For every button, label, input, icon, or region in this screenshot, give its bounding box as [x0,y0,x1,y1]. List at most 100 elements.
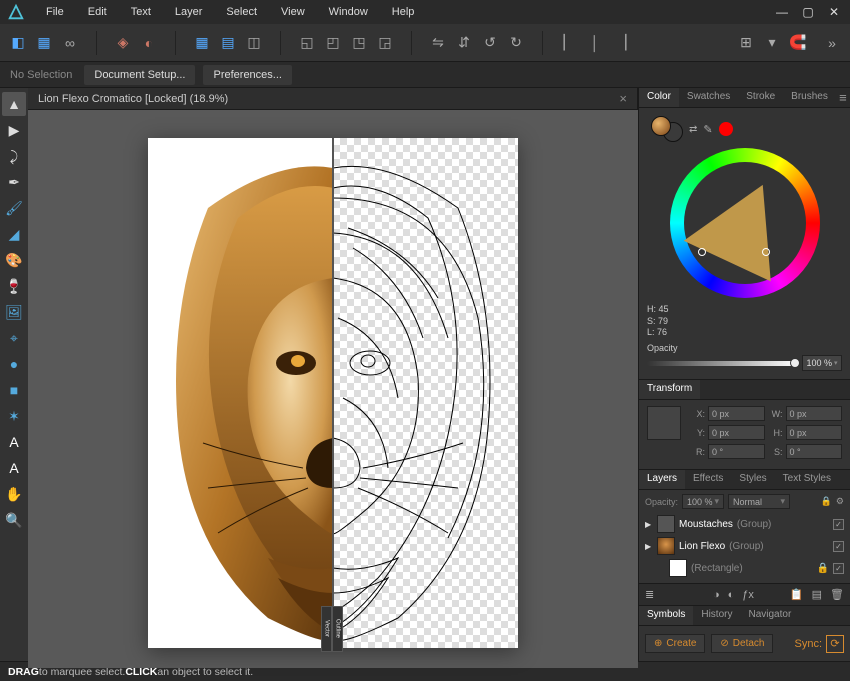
visibility-checkbox[interactable]: ✓ [833,563,844,574]
menu-view[interactable]: View [269,2,317,22]
lock-all-icon[interactable]: 🔒 [821,496,832,507]
pen-tool[interactable]: ✒ [2,170,26,194]
tab-brushes[interactable]: Brushes [783,88,836,107]
node-tool[interactable]: ▶ [2,118,26,142]
shape-rect-tool[interactable]: ■ [2,378,26,402]
close-button[interactable]: ✕ [824,3,844,21]
split-mode-left[interactable]: Vector [321,606,332,652]
close-tab-icon[interactable]: × [619,91,627,106]
fill-color-well[interactable] [651,116,671,136]
split-view-handle[interactable]: Vector Outline [321,606,345,652]
menu-text[interactable]: Text [119,2,163,22]
symbol-detach-button[interactable]: ⊘Detach [711,634,773,653]
layer-row[interactable]: ▶ (Rectangle) 🔒 ✓ [639,557,850,579]
split-mode-right[interactable]: Outline [332,606,343,652]
delete-layer-icon[interactable]: 🗑 [830,588,844,601]
add-layer-icon[interactable]: ▤ [812,588,822,601]
tab-history[interactable]: History [693,606,740,625]
opacity-thumb[interactable] [790,358,800,368]
transform-tab[interactable]: Transform [639,380,700,399]
minimize-button[interactable]: — [772,3,792,21]
color-wells[interactable] [651,116,683,142]
menu-edit[interactable]: Edit [76,2,119,22]
transform-s-input[interactable]: 0 ° [786,444,843,459]
menu-window[interactable]: Window [317,2,380,22]
tab-text-styles[interactable]: Text Styles [775,470,839,489]
flip-horizontal-icon[interactable]: ⇋ [426,31,450,55]
hue-cursor[interactable] [698,248,706,256]
persona-designer-icon[interactable]: ◧ [6,31,30,55]
maximize-button[interactable]: ▢ [798,3,818,21]
brush-tool[interactable]: 🖌 [2,196,26,220]
tab-layers[interactable]: Layers [639,470,685,489]
tab-effects[interactable]: Effects [685,470,731,489]
toolbar-overflow-icon[interactable]: » [820,31,844,55]
viewport[interactable]: Vector Outline [28,110,638,668]
visibility-checkbox[interactable]: ✓ [833,519,844,530]
toolbar-defaults-icon[interactable]: ◐ [137,31,161,55]
tab-styles[interactable]: Styles [731,470,774,489]
adjustment-icon[interactable]: ◐ [728,589,735,601]
layers-stack-icon[interactable]: ≣ [645,588,654,601]
shape-star-tool[interactable]: ✶ [2,404,26,428]
persona-export-icon[interactable]: ∞ [58,31,82,55]
blend-mode-field[interactable]: Normal▾ [728,494,790,509]
layer-opacity-field[interactable]: 100 %▾ [682,494,724,509]
gradient-tool[interactable]: 🎨 [2,248,26,272]
align-center-icon[interactable]: │ [583,31,607,55]
transform-y-input[interactable]: 0 px [708,425,765,440]
corner-tool[interactable]: ⤸ [2,144,26,168]
text-tool[interactable]: A [2,430,26,454]
panel-options-icon[interactable]: ≡ [836,88,850,107]
flip-vertical-icon[interactable]: ⇵ [452,31,476,55]
color-wheel[interactable] [670,148,820,298]
menu-help[interactable]: Help [380,2,427,22]
magnet-icon[interactable]: 🧲 [786,31,810,55]
rotate-cw-icon[interactable]: ↻ [504,31,528,55]
align-right-icon[interactable]: ▕ [609,31,633,55]
symbol-create-button[interactable]: ⊕Create [645,634,705,653]
move-back-icon[interactable]: ◱ [295,31,319,55]
move-forward-icon[interactable]: ◳ [347,31,371,55]
tab-swatches[interactable]: Swatches [679,88,738,107]
zoom-tool[interactable]: 🔍 [2,508,26,532]
align-left-icon[interactable]: ▏ [557,31,581,55]
snapping-dropdown-icon[interactable]: ▾ [760,31,784,55]
document-setup-button[interactable]: Document Setup... [84,65,195,85]
shape-ellipse-tool[interactable]: ● [2,352,26,376]
tab-color[interactable]: Color [639,88,679,107]
rotate-ccw-icon[interactable]: ↺ [478,31,502,55]
mask-icon[interactable]: ◑ [713,589,720,601]
document-tab[interactable]: Lion Flexo Cromatico [Locked] (18.9%) × [28,88,638,109]
menu-select[interactable]: Select [214,2,269,22]
eyedropper-icon[interactable]: ✎ [703,123,712,136]
transform-r-input[interactable]: 0 ° [708,444,765,459]
lock-icon[interactable]: 🔒 [817,563,829,574]
expand-icon[interactable]: ▶ [645,520,653,529]
preferences-button[interactable]: Preferences... [203,65,291,85]
anchor-widget[interactable] [647,406,681,440]
tab-navigator[interactable]: Navigator [740,606,799,625]
swap-colors-icon[interactable]: ⇄ [689,124,697,135]
recent-color-chip[interactable] [719,122,733,136]
grid-icon[interactable]: ▦ [190,31,214,55]
fill-tool[interactable]: ◢ [2,222,26,246]
move-tool[interactable]: ▲ [2,92,26,116]
frame-text-tool[interactable]: A [2,456,26,480]
expand-icon[interactable]: ▶ [645,542,653,551]
move-front-icon[interactable]: ◲ [373,31,397,55]
opacity-field[interactable]: 100 %▾ [802,355,842,371]
layer-row[interactable]: ▶ Moustaches (Group) ✓ [639,513,850,535]
sync-toggle[interactable]: ⟳ [826,635,844,653]
menu-layer[interactable]: Layer [163,2,215,22]
clipboard-icon[interactable]: 📋 [790,588,804,601]
tab-symbols[interactable]: Symbols [639,606,693,625]
transparency-tool[interactable]: 🍷 [2,274,26,298]
visibility-checkbox[interactable]: ✓ [833,541,844,552]
crop-tool[interactable]: ⌖ [2,326,26,350]
sl-cursor[interactable] [762,248,770,256]
menu-file[interactable]: File [34,2,76,22]
layer-row[interactable]: ▶ Lion Flexo (Group) ✓ [639,535,850,557]
persona-pixel-icon[interactable]: ▦ [32,31,56,55]
fx-icon[interactable]: ƒx [742,589,754,601]
